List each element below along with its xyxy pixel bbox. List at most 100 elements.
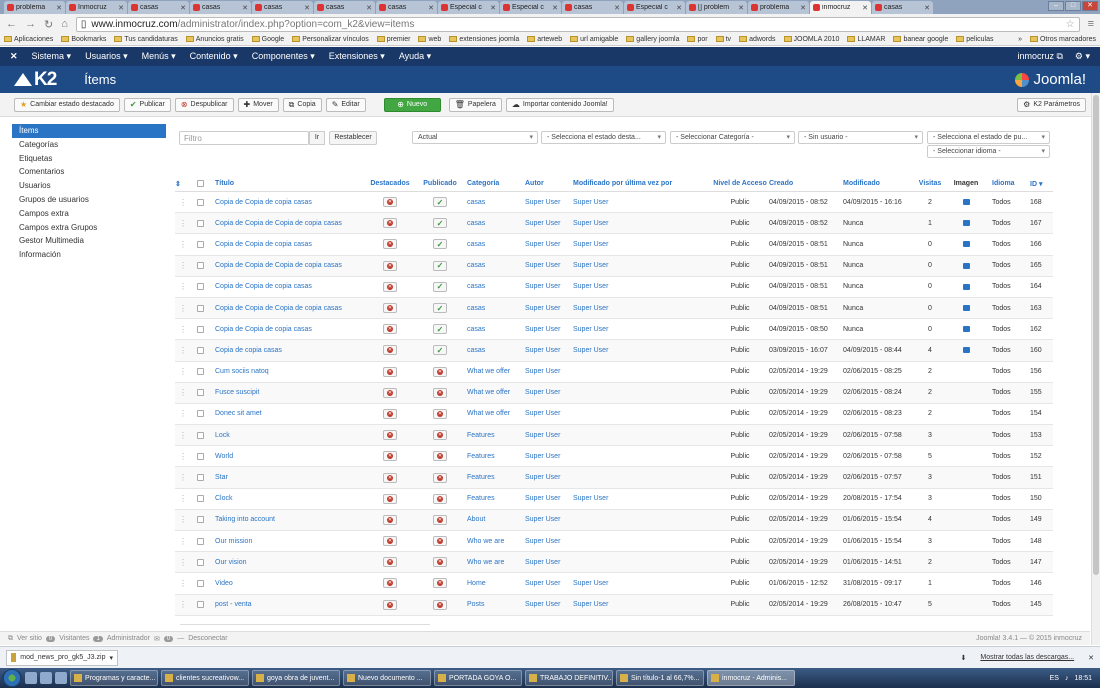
column-header[interactable]: Categoría <box>467 180 499 187</box>
browser-tab[interactable]: [] problem ✕ <box>686 1 747 14</box>
browser-tab[interactable]: problema ✕ <box>748 1 809 14</box>
ie-quicklaunch-icon[interactable] <box>40 672 52 684</box>
item-title-link[interactable]: Donec sit amet <box>215 410 262 417</box>
row-checkbox[interactable] <box>197 325 204 333</box>
column-header[interactable]: Nivel de Acceso <box>713 180 766 187</box>
item-title-link[interactable]: Our vision <box>215 559 247 566</box>
category-link[interactable]: casas <box>467 220 485 227</box>
column-header[interactable]: Creado <box>769 180 793 187</box>
taskbar-item[interactable]: Nuevo documento ... <box>343 670 431 686</box>
row-checkbox[interactable] <box>197 601 204 609</box>
sidebar-item[interactable]: Campos extra <box>12 207 166 221</box>
featured-toggle[interactable]: ✕ <box>383 408 397 419</box>
nav-menu-2[interactable]: Menús ▾ <box>142 51 176 62</box>
user-settings-menu[interactable]: ⚙ ▾ <box>1075 51 1090 62</box>
close-tab-icon[interactable]: ✕ <box>490 4 496 12</box>
row-checkbox[interactable] <box>197 537 204 545</box>
item-title-link[interactable]: Copia de Copia de Copia de copia casas <box>215 305 342 312</box>
featured-toggle[interactable]: ✕ <box>383 578 397 589</box>
published-toggle[interactable]: ✕ <box>433 387 447 398</box>
featured-toggle[interactable]: ✕ <box>383 387 397 398</box>
close-tab-icon[interactable]: ✕ <box>800 4 806 12</box>
bookmark-item[interactable]: Anuncios gratis <box>185 36 244 43</box>
taskbar-item[interactable]: clientes sucreativow... <box>161 670 249 686</box>
author-link[interactable]: Super User <box>525 283 560 290</box>
language-indicator[interactable]: ES <box>1050 675 1059 682</box>
site-link[interactable]: inmocruz ⧉ <box>1017 51 1062 62</box>
author-link[interactable]: Super User <box>525 453 560 460</box>
modified-by-link[interactable]: Super User <box>573 601 608 608</box>
row-checkbox[interactable] <box>197 240 204 248</box>
minimize-button[interactable]: – <box>1048 1 1064 11</box>
published-toggle[interactable]: ✓ <box>433 281 447 292</box>
bookmark-item[interactable]: Bookmarks <box>61 36 106 43</box>
row-checkbox[interactable] <box>197 389 204 397</box>
bookmark-item[interactable]: peliculas <box>956 36 993 43</box>
sidebar-item[interactable]: Campos extra Grupos <box>12 221 166 235</box>
featured-toggle[interactable]: ✕ <box>383 303 397 314</box>
author-link[interactable]: Super User <box>525 538 560 545</box>
sidebar-item[interactable]: Comentarios <box>12 165 166 179</box>
item-title-link[interactable]: Copia de copia casas <box>215 347 282 354</box>
featured-toggle[interactable]: ✕ <box>383 451 397 462</box>
modified-by-link[interactable]: Super User <box>573 283 608 290</box>
close-tab-icon[interactable]: ✕ <box>676 4 682 12</box>
image-icon[interactable] <box>962 305 970 312</box>
view-site-link[interactable]: Ver sitio <box>17 635 42 642</box>
bookmark-item[interactable]: Personalizar vínculos <box>292 36 369 43</box>
browser-tab[interactable]: Especial c ✕ <box>438 1 499 14</box>
item-title-link[interactable]: Star <box>215 474 228 481</box>
category-link[interactable]: casas <box>467 283 485 290</box>
category-link[interactable]: Features <box>467 453 495 460</box>
nav-menu-3[interactable]: Contenido ▾ <box>190 51 238 62</box>
category-link[interactable]: casas <box>467 241 485 248</box>
close-tab-icon[interactable]: ✕ <box>552 4 558 12</box>
browser-tab[interactable]: casas ✕ <box>872 1 933 14</box>
nav-menu-5[interactable]: Extensiones ▾ <box>329 51 385 62</box>
image-icon[interactable] <box>962 283 970 290</box>
row-checkbox[interactable] <box>197 368 204 376</box>
row-checkbox[interactable] <box>197 198 204 206</box>
close-window-button[interactable]: ✕ <box>1082 1 1098 11</box>
home-icon[interactable]: ⌂ <box>61 18 68 30</box>
item-title-link[interactable]: Cum sociis natoq <box>215 368 269 375</box>
drag-handle-icon[interactable]: ⋮ <box>179 537 187 546</box>
drag-handle-icon[interactable]: ⋮ <box>179 494 187 503</box>
browser-tab[interactable]: casas ✕ <box>252 1 313 14</box>
filter-featured-select[interactable]: - Selecciona el estado desta... <box>541 131 666 144</box>
modified-by-link[interactable]: Super User <box>573 199 608 206</box>
bookmark-item[interactable]: gallery joomla <box>626 36 679 43</box>
category-link[interactable]: casas <box>467 326 485 333</box>
category-link[interactable]: Home <box>467 580 486 587</box>
drag-handle-icon[interactable]: ⋮ <box>179 219 187 228</box>
sidebar-item[interactable]: Categorías <box>12 138 166 152</box>
row-checkbox[interactable] <box>197 283 204 291</box>
featured-toggle[interactable]: ✕ <box>383 281 397 292</box>
reset-button[interactable]: Restablecer <box>329 131 377 145</box>
item-title-link[interactable]: Video <box>215 580 233 587</box>
author-link[interactable]: Super User <box>525 495 560 502</box>
row-checkbox[interactable] <box>197 495 204 503</box>
modified-by-link[interactable]: Super User <box>573 241 608 248</box>
published-toggle[interactable]: ✓ <box>433 303 447 314</box>
published-toggle[interactable]: ✓ <box>433 239 447 250</box>
row-checkbox[interactable] <box>197 579 204 587</box>
drag-handle-icon[interactable]: ⋮ <box>179 515 187 524</box>
category-link[interactable]: Posts <box>467 601 485 608</box>
browser-tab[interactable]: problema ✕ <box>4 1 65 14</box>
bookmark-item[interactable]: premier <box>376 36 410 43</box>
joomla-x-icon[interactable]: ✕ <box>10 51 18 62</box>
featured-toggle[interactable]: ✕ <box>383 345 397 356</box>
published-toggle[interactable]: ✕ <box>433 578 447 589</box>
category-link[interactable]: casas <box>467 347 485 354</box>
nav-menu-4[interactable]: Componentes ▾ <box>252 51 315 62</box>
filter-published-select[interactable]: - Selecciona el estado de pu... <box>927 131 1050 144</box>
close-tab-icon[interactable]: ✕ <box>304 4 310 12</box>
filter-user-select[interactable]: - Sin usuario - <box>798 131 923 144</box>
published-toggle[interactable]: ✓ <box>433 324 447 335</box>
column-header[interactable]: Título <box>215 180 234 187</box>
drag-handle-icon[interactable]: ⋮ <box>179 304 187 313</box>
explorer-quicklaunch-icon[interactable] <box>25 672 37 684</box>
category-link[interactable]: casas <box>467 305 485 312</box>
category-link[interactable]: Who we are <box>467 538 504 545</box>
